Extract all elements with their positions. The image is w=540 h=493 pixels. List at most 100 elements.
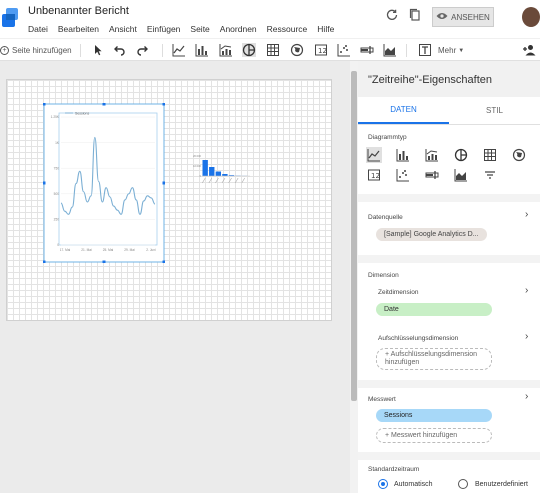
tab-data[interactable]: DATEN <box>358 97 449 124</box>
menu-datei[interactable]: Datei <box>28 24 48 34</box>
toolbar-divider <box>406 44 407 57</box>
chevron-right-icon[interactable]: › <box>525 285 528 296</box>
add-person-icon[interactable] <box>522 43 536 57</box>
bullet-tool-icon[interactable] <box>360 43 374 57</box>
y-tick-label: 750 <box>54 166 60 170</box>
metric-label: Messwert <box>368 396 396 403</box>
scatter-type-icon[interactable] <box>395 167 411 183</box>
x-tick-label: 21. Mai <box>81 248 92 252</box>
x-tick-mark <box>228 177 232 184</box>
bullet-type-icon[interactable] <box>424 167 440 183</box>
breakdown-dimension-label: Aufschlüsselungsdimension <box>378 335 459 342</box>
add-metric-button[interactable]: + Messwert hinzufügen <box>376 428 492 443</box>
resize-handle <box>102 103 106 106</box>
redo-icon[interactable] <box>136 43 150 57</box>
datasource-chip[interactable]: [Sample] Google Analytics D... <box>376 228 487 241</box>
datasource-label: Datenquelle <box>368 214 403 221</box>
y-tick-label: 20.000 <box>193 154 201 158</box>
vertical-scrollbar[interactable] <box>350 61 358 493</box>
bar-chart[interactable]: 20.000 10.000 0 <box>188 152 252 190</box>
chevron-right-icon[interactable]: › <box>525 391 528 402</box>
menu-ressource[interactable]: Ressource <box>267 24 308 34</box>
report-title[interactable]: Unbenannter Bericht <box>28 5 129 17</box>
text-tool-icon[interactable] <box>418 43 432 57</box>
cursor-icon[interactable] <box>91 43 105 57</box>
bar-tool-icon[interactable] <box>195 43 209 57</box>
resize-handle <box>43 260 46 263</box>
y-tick-label: 250 <box>54 218 60 222</box>
toolbar-divider <box>80 44 81 57</box>
data-studio-logo[interactable] <box>2 8 18 28</box>
area-tool-icon[interactable] <box>383 43 397 57</box>
top-bar: Unbenannter Bericht Datei Bearbeiten Ans… <box>0 0 540 38</box>
menu-seite[interactable]: Seite <box>190 24 209 34</box>
add-page-button[interactable]: + Seite hinzufügen <box>0 42 72 59</box>
scorecard-tool-icon[interactable]: 12 <box>314 43 328 57</box>
pie-tool-icon[interactable] <box>242 43 256 57</box>
metric-chip[interactable]: Sessions <box>376 409 492 422</box>
x-tick-mark <box>241 177 245 184</box>
section-divider <box>358 194 540 202</box>
section-divider <box>358 255 540 263</box>
menu-bearbeiten[interactable]: Bearbeiten <box>58 24 99 34</box>
section-divider <box>358 380 540 388</box>
report-canvas[interactable]: Sessions 1.25K 1K 750 500 250 0 17. Mai 21. Mai 2… <box>0 61 350 493</box>
copy-icon[interactable] <box>409 8 421 26</box>
y-tick-label: 10.000 <box>193 164 201 168</box>
timeseries-type-icon[interactable] <box>366 147 382 163</box>
area-type-icon[interactable] <box>453 167 469 183</box>
view-button-label: ANSEHEN <box>451 12 490 22</box>
scatter-tool-icon[interactable] <box>337 43 351 57</box>
combo-type-icon[interactable] <box>424 147 440 163</box>
time-dimension-chip[interactable]: Date <box>376 303 492 316</box>
menu-anordnen[interactable]: Anordnen <box>220 24 257 34</box>
tab-style[interactable]: STIL <box>449 97 540 124</box>
geo-tool-icon[interactable] <box>290 43 304 57</box>
toolbar-divider <box>162 44 163 57</box>
x-tick-mark <box>234 177 239 184</box>
legend-label: Sessions <box>75 112 89 116</box>
scorecard-type-icon[interactable]: 12 <box>366 167 382 183</box>
undo-icon[interactable] <box>112 43 126 57</box>
dropdown-arrow-icon: ▼ <box>458 47 465 54</box>
section-divider <box>358 452 540 460</box>
selection-frame <box>43 103 165 263</box>
y-tick-label: 0 <box>200 174 202 178</box>
geo-type-icon[interactable] <box>511 147 527 163</box>
timeseries-chart[interactable]: Sessions1.25K1K750500250017. Mai 21. Mai 2… <box>43 103 165 263</box>
report-page[interactable]: Sessions 1.25K 1K 750 500 250 0 17. Mai 21. Mai 2… <box>6 79 332 321</box>
date-range-label: Standardzeitraum <box>368 466 420 473</box>
menu-hilfe[interactable]: Hilfe <box>317 24 334 34</box>
radio-custom-label: Benutzerdefiniert <box>475 481 528 488</box>
timeseries-tool-icon[interactable] <box>172 43 186 57</box>
combo-tool-icon[interactable] <box>219 43 233 57</box>
x-tick-mark <box>208 177 213 184</box>
resize-handle <box>162 181 165 185</box>
x-tick-label: 2. Juni <box>146 248 156 252</box>
radio-automatic[interactable] <box>378 479 388 489</box>
view-button[interactable]: ANSEHEN <box>432 7 494 27</box>
toolbar: + Seite hinzufügen 12 Mehr ▼ <box>0 38 540 61</box>
menu-ansicht[interactable]: Ansicht <box>109 24 137 34</box>
menu-einfuegen[interactable]: Einfügen <box>147 24 181 34</box>
table-tool-icon[interactable] <box>266 43 280 57</box>
radio-custom[interactable] <box>458 479 468 489</box>
chevron-right-icon[interactable]: › <box>525 209 528 220</box>
scrollbar-thumb[interactable] <box>351 71 357 401</box>
add-page-label: Seite hinzufügen <box>12 46 72 55</box>
panel-tabs: DATEN STIL <box>358 97 540 125</box>
resize-handle <box>43 181 46 185</box>
refresh-icon[interactable] <box>386 8 398 26</box>
chart-type-label: Diagrammtyp <box>368 134 407 141</box>
dimension-label: Dimension <box>368 272 399 279</box>
more-button[interactable]: Mehr ▼ <box>438 42 464 59</box>
avatar[interactable] <box>522 7 540 27</box>
properties-panel: "Zeitreihe"-Eigenschaften DATEN STIL Dia… <box>358 61 540 493</box>
add-breakdown-dimension-button[interactable]: + Aufschlüsselungsdimension hinzufügen <box>376 348 492 370</box>
bar-type-icon[interactable] <box>395 147 411 163</box>
x-tick-mark <box>215 177 219 184</box>
table-type-icon[interactable] <box>482 147 498 163</box>
filter-type-icon[interactable] <box>482 167 498 183</box>
pie-type-icon[interactable] <box>453 147 469 163</box>
chevron-right-icon[interactable]: › <box>525 331 528 342</box>
